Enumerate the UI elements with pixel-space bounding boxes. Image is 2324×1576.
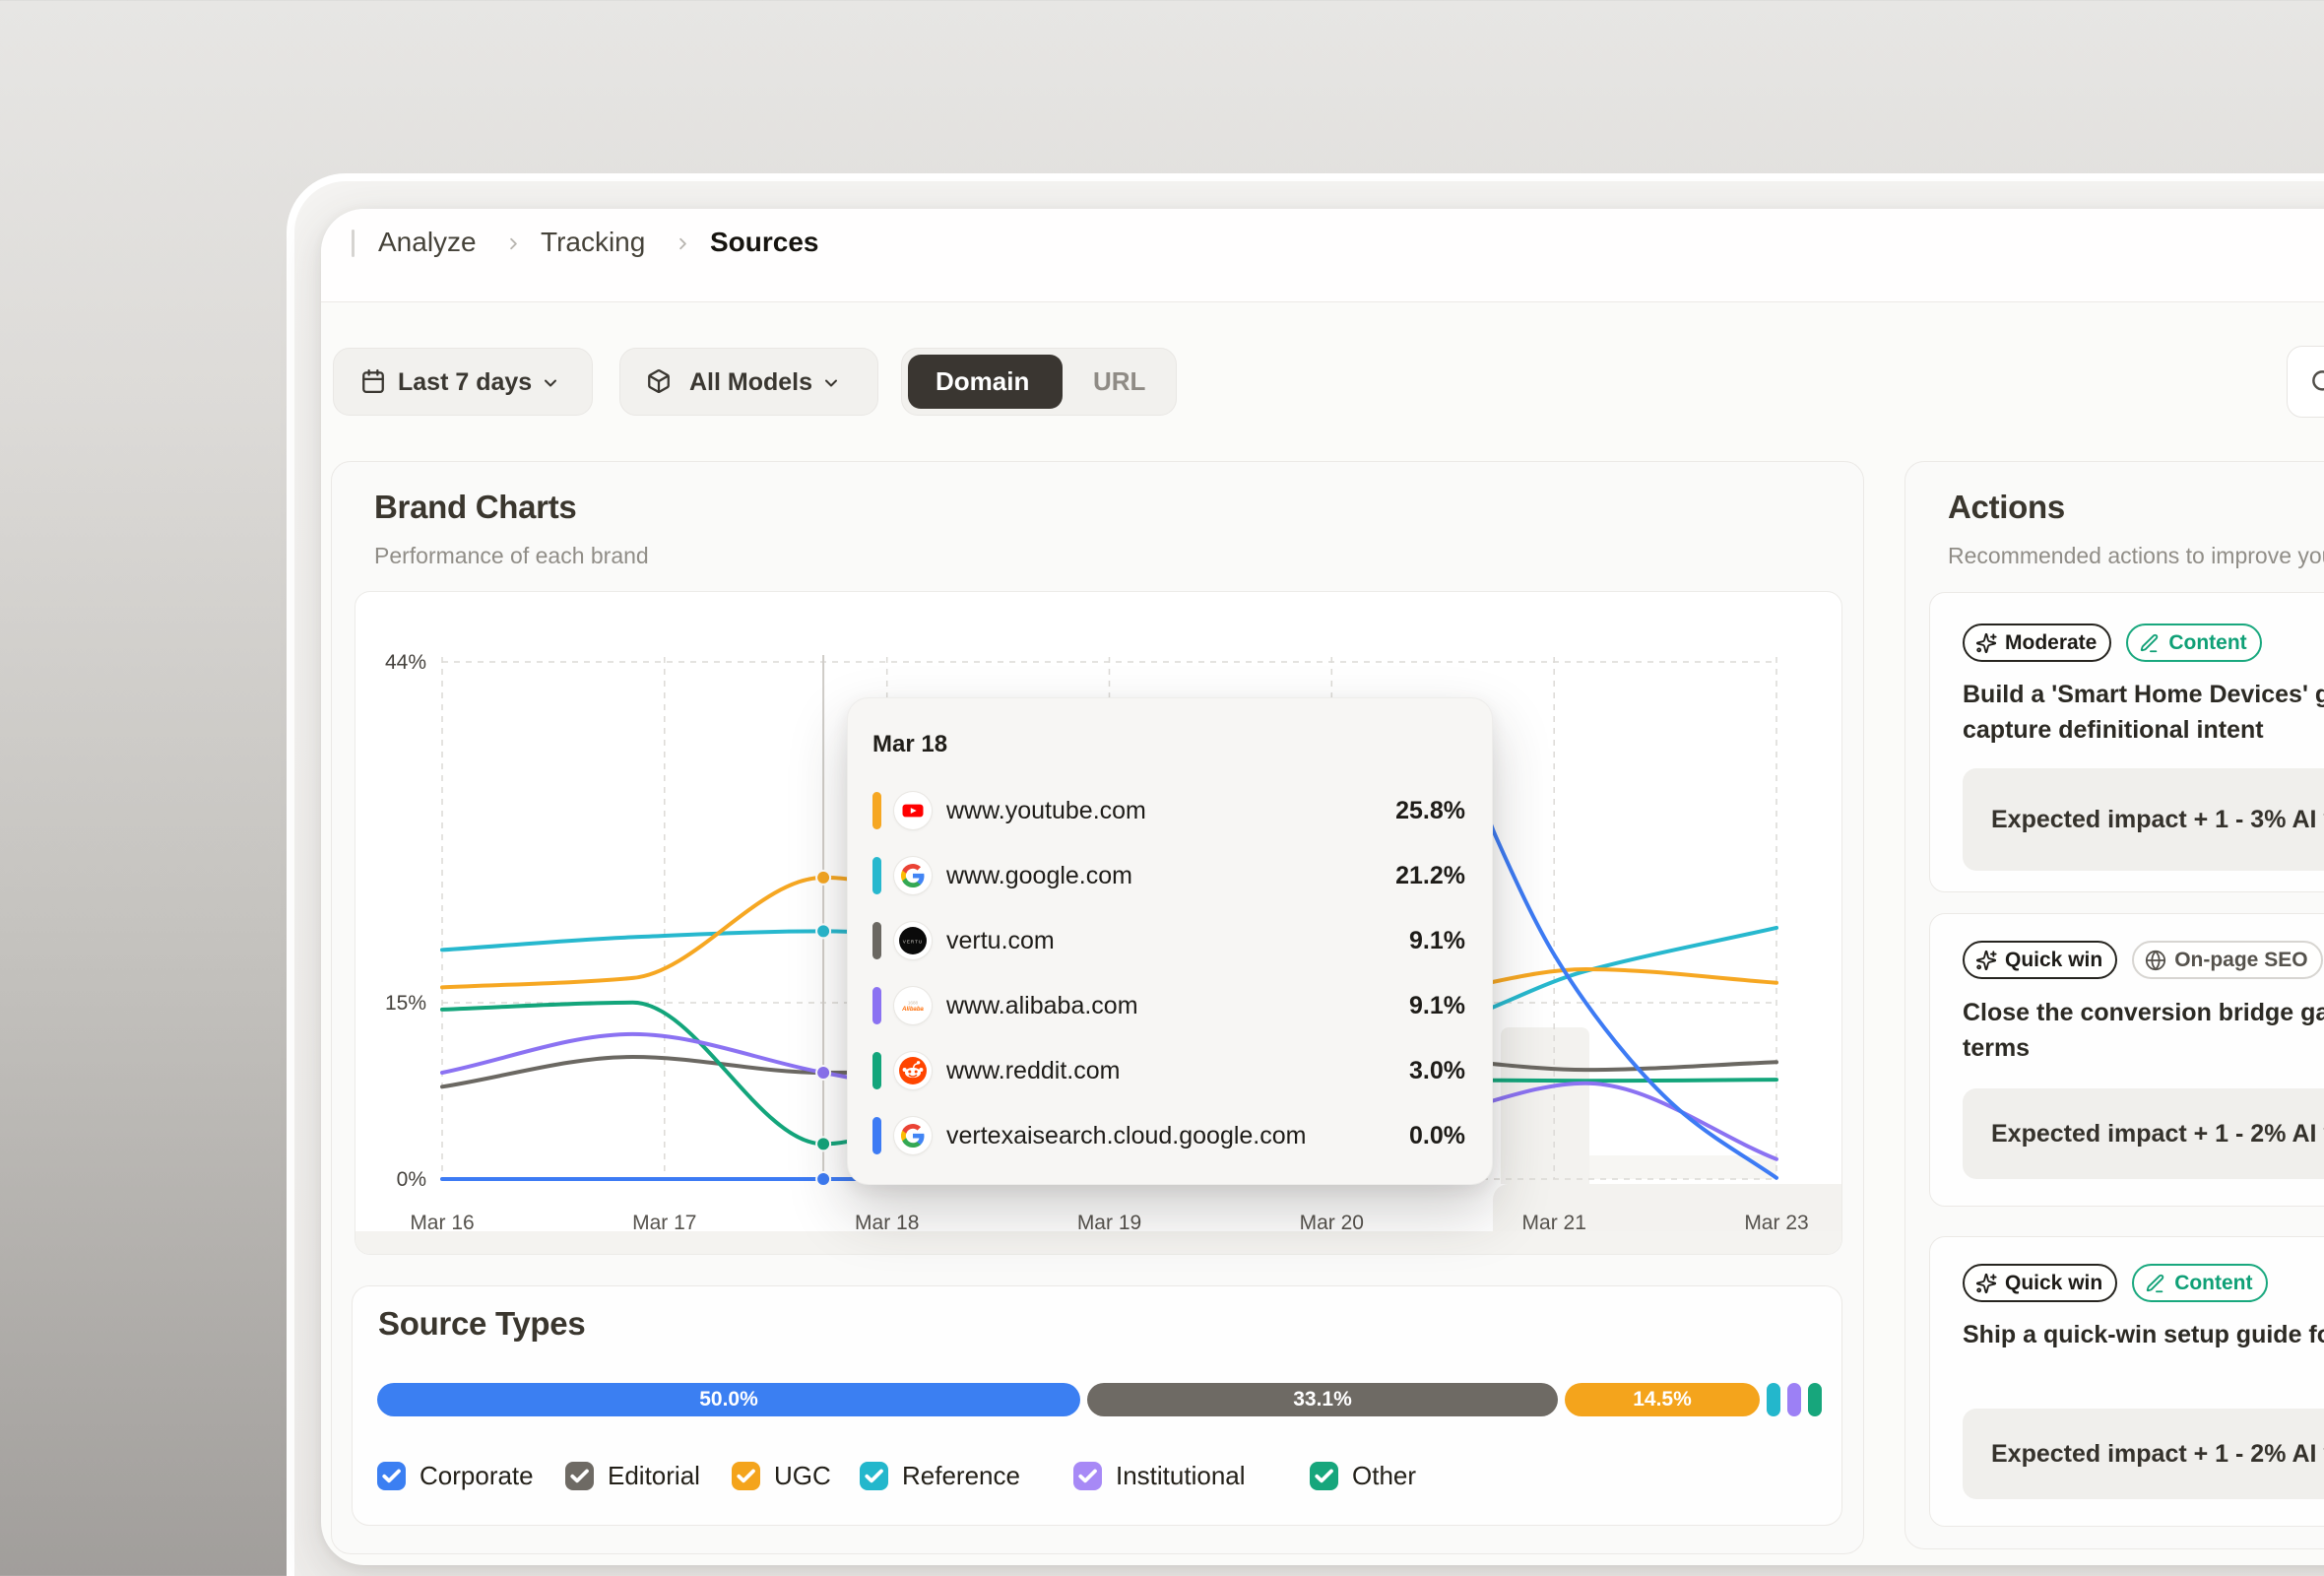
svg-text:0%: 0%	[397, 1168, 426, 1191]
svg-text:44%: 44%	[385, 651, 426, 674]
svg-text:Mar 19: Mar 19	[1077, 1212, 1141, 1234]
svg-text:15%: 15%	[385, 992, 426, 1015]
svg-text:VERTU: VERTU	[903, 939, 924, 944]
svg-text:Mar 18: Mar 18	[855, 1212, 919, 1234]
svg-text:1688: 1688	[908, 1001, 919, 1006]
svg-text:Mar 16: Mar 16	[410, 1212, 474, 1234]
svg-text:Mar 17: Mar 17	[632, 1212, 696, 1234]
svg-text:Mar 23: Mar 23	[1744, 1212, 1808, 1234]
svg-text:Alibaba: Alibaba	[901, 1007, 924, 1013]
svg-text:Mar 21: Mar 21	[1522, 1212, 1586, 1234]
svg-text:Mar 20: Mar 20	[1300, 1212, 1364, 1234]
